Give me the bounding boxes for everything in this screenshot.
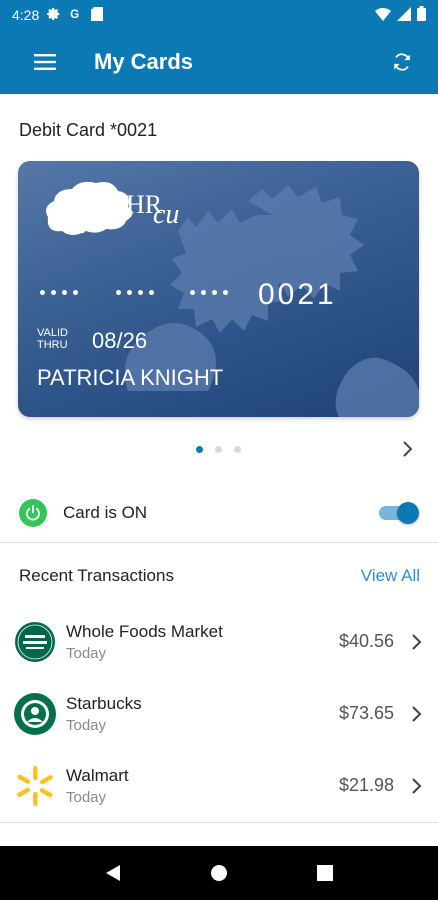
- divider: [0, 822, 438, 823]
- valid-thru-date: 08/26: [92, 328, 148, 353]
- back-button[interactable]: [93, 853, 133, 893]
- pager-dot[interactable]: [234, 446, 241, 453]
- card-status-row: Card is ON: [0, 490, 438, 536]
- google-g-icon: G: [69, 7, 83, 24]
- divider: [0, 542, 438, 543]
- menu-icon: [34, 54, 56, 70]
- walmart-logo: [17, 766, 53, 806]
- transaction-row[interactable]: Walmart Today $21.98: [0, 754, 438, 818]
- page-title: My Cards: [94, 49, 194, 74]
- card-holder-name: PATRICIA KNIGHT: [37, 365, 224, 390]
- battery-icon: [417, 6, 426, 24]
- recents-button[interactable]: [305, 853, 345, 893]
- gear-icon: [47, 7, 61, 24]
- merchant-name: Starbucks: [66, 694, 142, 713]
- pager-dot[interactable]: [215, 446, 222, 453]
- chevron-right-icon: [412, 634, 422, 650]
- transaction-date: Today: [66, 717, 107, 734]
- sd-card-icon: [91, 6, 104, 24]
- back-triangle-icon: [106, 865, 120, 881]
- transaction-date: Today: [66, 645, 107, 662]
- whole-foods-logo: [15, 622, 55, 662]
- power-icon: [19, 499, 47, 527]
- svg-text:G: G: [70, 8, 79, 21]
- transaction-amount: $40.56: [338, 631, 394, 651]
- starbucks-logo: [14, 693, 56, 735]
- recent-transactions-title: Recent Transactions: [19, 566, 174, 585]
- recents-square-icon: [317, 865, 333, 881]
- sync-button[interactable]: [382, 42, 422, 82]
- valid-thru-label: VALID THRU: [37, 327, 68, 351]
- transaction-date: Today: [66, 789, 107, 806]
- transaction-amount: $73.65: [338, 703, 394, 723]
- transaction-row[interactable]: Whole Foods Market Today $40.56: [0, 610, 438, 674]
- transaction-amount: $21.98: [338, 775, 394, 795]
- pager-dot-active[interactable]: [196, 446, 203, 453]
- chevron-right-icon: [403, 441, 412, 457]
- merchant-name: Walmart: [66, 766, 129, 785]
- card-brand-script: cu: [153, 199, 179, 230]
- view-all-link[interactable]: View All: [361, 566, 420, 586]
- transaction-row[interactable]: Starbucks Today $73.65: [0, 682, 438, 746]
- menu-button[interactable]: [25, 42, 65, 82]
- card-pager: [196, 446, 241, 453]
- chevron-right-icon: [412, 706, 422, 722]
- home-circle-icon: [211, 865, 227, 881]
- app-bar: My Cards: [0, 30, 438, 94]
- sync-icon: [394, 53, 410, 71]
- card-status-label: Card is ON: [63, 503, 148, 522]
- signal-icon: [397, 6, 411, 24]
- next-card-button[interactable]: [396, 438, 418, 460]
- status-time: 4:28: [12, 7, 40, 23]
- system-nav-bar: [0, 846, 438, 900]
- wifi-icon: [375, 7, 391, 24]
- card-on-toggle[interactable]: [377, 501, 421, 525]
- card-section-title: Debit Card *0021: [19, 120, 158, 140]
- status-bar: 4:28 G: [0, 0, 438, 30]
- merchant-name: Whole Foods Market: [66, 622, 223, 641]
- home-button[interactable]: [199, 853, 239, 893]
- chevron-right-icon: [412, 778, 422, 794]
- card-number-last4: 0021: [258, 278, 337, 311]
